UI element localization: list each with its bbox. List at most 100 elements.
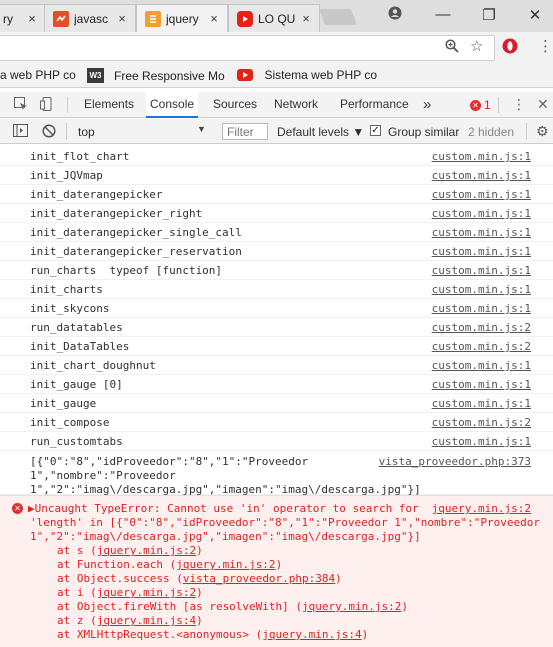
stack-frame: at i (jquery.min.js:2) [57,586,203,599]
source-link[interactable]: custom.min.js:1 [432,207,531,220]
source-link[interactable]: custom.min.js:1 [432,226,531,239]
source-link[interactable]: custom.min.js:1 [432,169,531,182]
address-bar[interactable] [0,35,495,61]
log-message: init_flot_chart [30,150,130,163]
profile-icon[interactable] [380,6,410,24]
log-row[interactable]: init_charts custom.min.js:1 [0,280,553,299]
star-icon[interactable]: ☆ [470,37,483,55]
source-link[interactable]: custom.min.js:1 [432,283,531,296]
tab-performance[interactable]: Performance [336,92,413,118]
close-icon[interactable]: × [299,11,313,26]
log-row[interactable]: init_JQVmap custom.min.js:1 [0,166,553,185]
stack-frame-link[interactable]: jquery.min.js:2 [97,544,196,557]
browser-tab[interactable]: javasc × [44,4,136,32]
filter-input[interactable] [222,123,268,140]
source-link[interactable]: custom.min.js:1 [432,150,531,163]
tab-elements[interactable]: Elements [80,92,138,118]
source-link[interactable]: custom.min.js:2 [432,340,531,353]
stack-frame-link[interactable]: jquery.min.js:2 [97,586,196,599]
new-tab-button[interactable] [319,9,357,25]
log-row[interactable]: init_daterangepicker_single_call custom.m… [0,223,553,242]
error-message[interactable]: ✕ ▶Uncaught TypeError: Cannot use 'in' o… [0,495,553,647]
stack-frame-link[interactable]: vista_proveedor.php:384 [183,572,335,585]
menu-icon[interactable]: ⋮ [538,37,553,55]
source-link[interactable]: custom.min.js:2 [432,416,531,429]
log-row[interactable]: run_customtabs custom.min.js:1 [0,432,553,451]
log-row[interactable]: init_daterangepicker custom.min.js:1 [0,185,553,204]
restore-icon[interactable]: ❐ [474,6,504,24]
log-message: init_chart_doughnut [30,359,156,372]
zoom-icon[interactable] [445,39,459,57]
source-link[interactable]: custom.min.js:1 [432,378,531,391]
log-row[interactable]: init_gauge [0] custom.min.js:1 [0,375,553,394]
hidden-count: 2 hidden [468,125,515,139]
devtools-menu-icon[interactable]: ⋮ [512,96,526,113]
bookmark-item[interactable]: Sistema web PHP co [237,68,377,82]
bookmark-item[interactable]: a web PHP co [0,68,76,82]
log-row[interactable]: init_daterangepicker_reservation custom.m… [0,242,553,261]
stack-frame: at XMLHttpRequest.<anonymous> (jquery.mi… [57,628,368,641]
browser-tab[interactable]: ry × [0,4,46,32]
log-levels-dropdown[interactable]: Default levels ▼ [277,125,364,139]
log-row[interactable]: init_skycons custom.min.js:1 [0,299,553,318]
stack-frame: at Function.each (jquery.min.js:2) [57,558,282,571]
stack-frame-link[interactable]: jquery.min.js:2 [302,600,401,613]
close-icon[interactable]: ✕ [537,96,549,113]
error-counter[interactable]: ✕ 1 [470,98,491,112]
bookmark-label: a web PHP co [0,68,76,82]
stack-frame-link[interactable]: jquery.min.js:2 [176,558,275,571]
tab-sources[interactable]: Sources [209,92,261,118]
log-row[interactable]: init_gauge custom.min.js:1 [0,394,553,413]
clear-console-icon[interactable] [42,124,56,141]
group-similar-checkbox[interactable]: ✓ [370,125,381,136]
more-tabs-button[interactable]: » [419,92,435,118]
close-icon[interactable]: × [115,11,129,26]
close-icon[interactable]: × [207,11,221,26]
source-link[interactable]: custom.min.js:1 [432,188,531,201]
log-row[interactable]: run_charts typeof [function] custom.min.j… [0,261,553,280]
gear-icon[interactable]: ⚙ [536,123,549,140]
close-icon[interactable]: × [25,11,39,26]
source-link[interactable]: custom.min.js:1 [432,302,531,315]
source-link[interactable]: jquery.min.js:2 [432,502,531,515]
browser-tab[interactable]: LO QU × [228,4,320,32]
console-toolbar: top ▼ Default levels ▼ ✓ Group similar 2… [0,119,553,144]
tab-network[interactable]: Network [270,92,322,118]
log-row[interactable]: run_datatables custom.min.js:2 [0,318,553,337]
log-row[interactable]: init_DataTables custom.min.js:2 [0,337,553,356]
source-link[interactable]: custom.min.js:1 [432,264,531,277]
log-row[interactable]: init_chart_doughnut custom.min.js:1 [0,356,553,375]
stack-frame: at s (jquery.min.js:2) [57,544,203,557]
source-link[interactable]: custom.min.js:2 [432,321,531,334]
devtools-tabbar: Elements Console Sources Network Perform… [0,92,553,118]
opera-extension-icon[interactable] [502,38,518,58]
error-headline[interactable]: ▶Uncaught TypeError: Cannot use 'in' ope… [28,502,419,515]
source-link[interactable]: custom.min.js:1 [432,435,531,448]
source-link[interactable]: custom.min.js:1 [432,245,531,258]
divider [526,123,527,140]
log-message: init_daterangepicker_reservation [30,245,242,258]
tab-console[interactable]: Console [146,92,199,118]
log-row[interactable]: init_flot_chart custom.min.js:1 [0,147,553,166]
stack-frame-link[interactable]: jquery.min.js:4 [262,628,361,641]
minimize-icon[interactable]: — [428,6,458,23]
source-link[interactable]: custom.min.js:1 [432,397,531,410]
context-selector-label[interactable]: top [78,125,95,139]
log-message: init_compose [30,416,110,429]
error-detail: 'length' in [{"0":"8","idProveedor":"8",… [30,516,540,529]
log-row-object[interactable]: [{"0":"8","idProveedor":"8","1":"Proveed… [0,452,553,496]
youtube-icon [237,69,253,81]
stack-frame-link[interactable]: jquery.min.js:4 [97,614,196,627]
source-link[interactable]: vista_proveedor.php:373 [379,455,531,468]
log-row[interactable]: init_daterangepicker_right custom.min.js:… [0,204,553,223]
log-row[interactable]: init_compose custom.min.js:2 [0,413,553,432]
sidebar-toggle-icon[interactable] [13,124,28,140]
browser-tab[interactable]: jquery × [136,4,228,32]
source-link[interactable]: custom.min.js:1 [432,359,531,372]
chevron-down-icon[interactable]: ▼ [197,124,206,134]
console-output: init_flot_chart custom.min.js:1 init_JQVma… [0,145,553,647]
device-toolbar-icon[interactable] [40,97,54,114]
bookmark-item[interactable]: W3 Free Responsive Mo [87,68,225,83]
close-window-icon[interactable]: ✕ [520,6,550,24]
inspect-element-icon[interactable] [14,97,28,114]
